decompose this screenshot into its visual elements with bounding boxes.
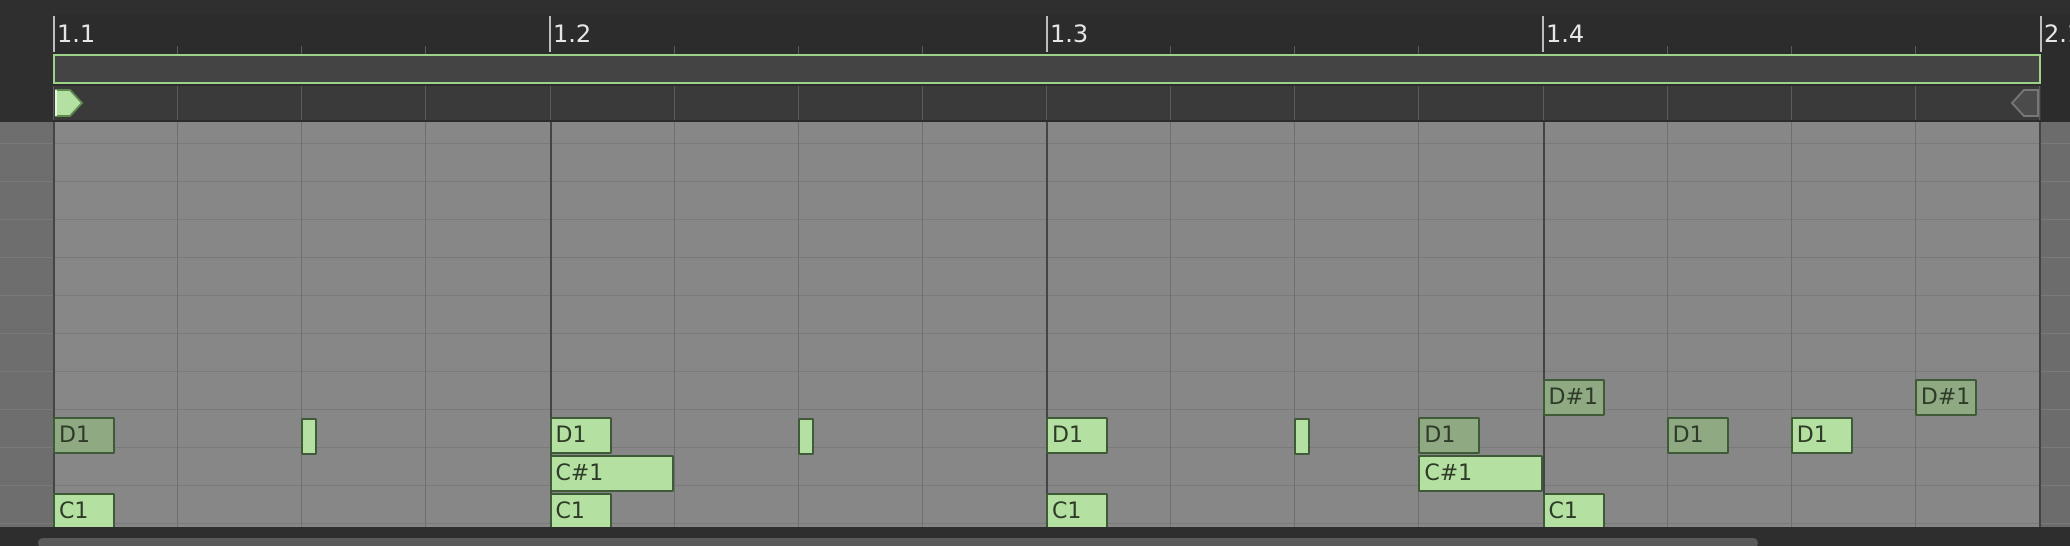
horizontal-scrollbar[interactable]	[38, 538, 1758, 546]
ruler-minor-tick	[673, 46, 675, 54]
grid-row-line	[0, 371, 2070, 372]
marker-row-division	[1914, 86, 1916, 120]
note-grid[interactable]: D1 C1 D1 C#1 C1 D1 C1 D1 C#1 D#1 C1 D1 D1 D#1	[0, 122, 2070, 530]
grid-beat-line	[1542, 122, 1545, 527]
midi-note[interactable]: D1	[1790, 417, 1853, 454]
grid-beat-line	[1046, 122, 1048, 527]
grid-division-line	[1666, 122, 1668, 527]
marker-row-division	[1418, 86, 1420, 120]
ruler-minor-tick	[1170, 46, 1172, 54]
marker-row-division	[1170, 86, 1172, 120]
ruler-minor-tick	[1914, 46, 1916, 54]
grid-division-line	[1914, 122, 1916, 527]
grid-division-line	[177, 122, 179, 527]
bar-label-1-4: 1.4	[1546, 20, 1585, 48]
grid-row-line	[0, 295, 2070, 296]
midi-note[interactable]: D1	[1046, 417, 1109, 454]
bar-tick	[1046, 16, 1048, 52]
bar-label-2-1: 2.1	[2044, 20, 2070, 48]
marker-row-division	[673, 86, 675, 120]
ruler-minor-tick	[1790, 46, 1792, 54]
grid-right-shade	[2041, 122, 2070, 527]
loop-start-marker-icon[interactable]	[54, 88, 84, 118]
grid-row-line	[0, 409, 2070, 410]
marker-row-division	[177, 86, 179, 120]
grid-beat-line	[53, 122, 55, 527]
grid-row-line	[0, 219, 2070, 220]
midi-note[interactable]: D#1	[1542, 379, 1605, 416]
bar-label-1-2: 1.2	[553, 20, 592, 48]
marker-row-division	[797, 86, 799, 120]
marker-row-division	[1790, 86, 1792, 120]
marker-row-division	[425, 86, 427, 120]
grid-division-line	[921, 122, 923, 527]
ruler-minor-tick	[177, 46, 179, 54]
marker-row-division	[1542, 86, 1544, 120]
piano-roll-editor: 1.1 1.2 1.3 1.4 2.1 D1C1D1C#1C1D1C1D1C#1…	[0, 0, 2070, 546]
midi-note[interactable]: C1	[1046, 493, 1109, 530]
marker-row[interactable]	[53, 86, 2041, 120]
midi-note[interactable]: C#1	[1418, 455, 1543, 492]
loop-brace[interactable]	[53, 54, 2041, 84]
grid-division-line	[673, 122, 675, 527]
marker-row-division	[921, 86, 923, 120]
marker-row-division	[301, 86, 303, 120]
ruler-minor-tick	[1294, 46, 1296, 54]
midi-note[interactable]: D1	[1666, 417, 1729, 454]
midi-note[interactable]: D1	[53, 417, 116, 454]
bar-label-1-1: 1.1	[57, 20, 96, 48]
grid-division-line	[425, 122, 427, 527]
bar-label-1-3: 1.3	[1050, 20, 1089, 48]
ruler-minor-tick	[301, 46, 303, 54]
midi-note[interactable]: D1	[549, 417, 612, 454]
grid-row-line	[0, 523, 2070, 524]
marker-row-division	[549, 86, 551, 120]
grid-row-line	[0, 257, 2070, 258]
loop-end-marker-icon[interactable]	[2010, 88, 2040, 118]
grid-row-line	[0, 181, 2070, 182]
midi-note[interactable]: C1	[549, 493, 612, 530]
bar-tick	[1542, 16, 1544, 52]
grid-beat-line	[2039, 122, 2041, 527]
bar-tick	[549, 16, 551, 52]
grid-division-line	[1790, 122, 1792, 527]
grid-row-line	[0, 485, 2070, 486]
midi-note[interactable]: C1	[1542, 493, 1605, 530]
midi-note[interactable]: D#1	[1914, 379, 1977, 416]
grid-division-line	[797, 122, 799, 527]
marker-row-division	[1294, 86, 1296, 120]
bar-tick	[53, 16, 55, 52]
ruler-minor-tick	[1418, 46, 1420, 54]
midi-note[interactable]	[301, 418, 318, 455]
midi-note[interactable]	[797, 418, 814, 455]
grid-division-line	[1170, 122, 1172, 527]
ruler-minor-tick	[921, 46, 923, 54]
marker-row-division	[1666, 86, 1668, 120]
grid-row-line	[0, 333, 2070, 334]
grid-left-shade	[0, 122, 53, 527]
grid-division-line	[1294, 122, 1296, 527]
midi-note[interactable]	[1294, 418, 1311, 455]
midi-note[interactable]: D1	[1418, 417, 1481, 454]
ruler-minor-tick	[797, 46, 799, 54]
grid-row-line	[0, 143, 2070, 144]
marker-row-division	[1046, 86, 1047, 120]
midi-note[interactable]: C1	[53, 493, 116, 530]
ruler-minor-tick	[1666, 46, 1668, 54]
ruler-minor-tick	[425, 46, 427, 54]
grid-division-line	[301, 122, 303, 527]
midi-note[interactable]: C#1	[549, 455, 674, 492]
bar-tick	[2040, 16, 2042, 52]
